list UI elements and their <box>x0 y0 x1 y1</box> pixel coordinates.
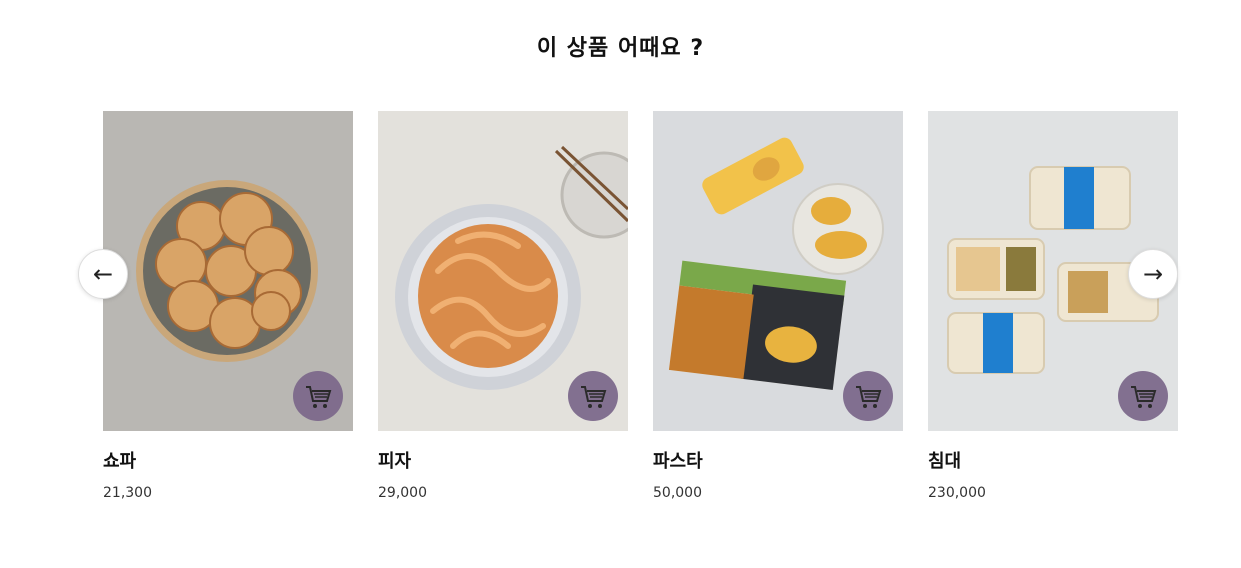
product-price: 29,000 <box>378 485 427 501</box>
carousel-prev-button[interactable]: ← <box>78 249 128 299</box>
shopping-cart-icon <box>1131 386 1157 408</box>
product-name[interactable]: 침대 <box>928 452 1178 472</box>
product-name[interactable]: 파스타 <box>653 452 903 472</box>
add-to-cart-button[interactable] <box>568 371 618 421</box>
arrow-left-icon: ← <box>92 260 114 288</box>
product-image-dumplings[interactable] <box>103 111 353 431</box>
product-card[interactable]: 쇼파 21,300 <box>103 111 353 502</box>
product-name[interactable]: 쇼파 <box>103 452 353 472</box>
add-to-cart-button[interactable] <box>843 371 893 421</box>
product-price: 50,000 <box>653 485 702 501</box>
shopping-cart-icon <box>581 386 607 408</box>
product-card[interactable]: 침대 230,000 <box>928 111 1178 502</box>
product-image-bread-box[interactable] <box>653 111 903 431</box>
product-name[interactable]: 피자 <box>378 452 628 472</box>
product-price: 230,000 <box>928 485 986 501</box>
product-carousel: 쇼파 21,300 피자 29,000 파스타 50,000 침대 230,00… <box>0 0 1241 568</box>
product-image-pasta-plate[interactable] <box>378 111 628 431</box>
carousel-next-button[interactable]: → <box>1128 249 1178 299</box>
add-to-cart-button[interactable] <box>293 371 343 421</box>
shopping-cart-icon <box>856 386 882 408</box>
shopping-cart-icon <box>306 386 332 408</box>
product-card[interactable]: 피자 29,000 <box>378 111 628 502</box>
arrow-right-icon: → <box>1142 260 1164 288</box>
product-price: 21,300 <box>103 485 152 501</box>
add-to-cart-button[interactable] <box>1118 371 1168 421</box>
product-card[interactable]: 파스타 50,000 <box>653 111 903 502</box>
